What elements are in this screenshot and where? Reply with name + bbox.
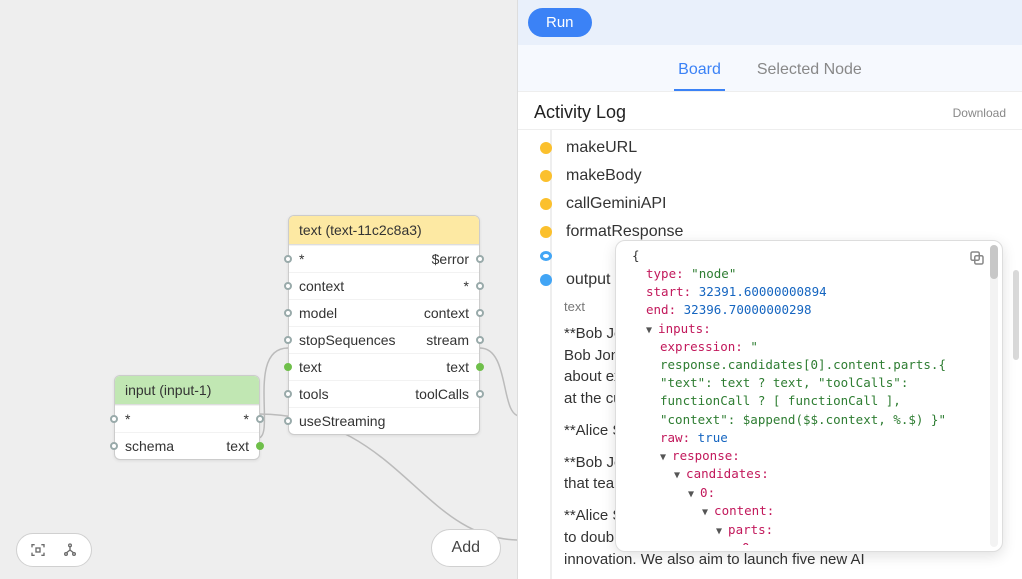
node-text-row: * $error xyxy=(289,245,479,272)
activity-log-title: Activity Log xyxy=(534,102,626,123)
log-item[interactable]: makeURL xyxy=(540,134,1006,162)
status-dot-icon xyxy=(540,274,552,286)
status-dot-icon xyxy=(540,251,552,261)
fit-view-icon[interactable] xyxy=(29,542,47,558)
add-node-button[interactable]: Add xyxy=(431,529,501,567)
port-in[interactable] xyxy=(284,390,292,398)
log-item[interactable]: makeBody xyxy=(540,162,1006,190)
scrollbar-track xyxy=(990,245,998,547)
node-text-header[interactable]: text (text-11c2c8a3) xyxy=(289,216,479,245)
node-text-title: text (text-11c2c8a3) xyxy=(299,222,422,238)
node-input-title: input (input-1) xyxy=(125,382,211,398)
port-out[interactable] xyxy=(256,442,264,450)
node-text[interactable]: text (text-11c2c8a3) * $error context * … xyxy=(288,215,480,435)
run-button[interactable]: Run xyxy=(528,8,592,37)
port-out[interactable] xyxy=(476,255,484,263)
node-text-row: stopSequences stream xyxy=(289,326,479,353)
node-text-row: text text xyxy=(289,353,479,380)
node-text-row: useStreaming xyxy=(289,407,479,434)
status-dot-icon xyxy=(540,226,552,238)
tabs: Board Selected Node xyxy=(518,45,1022,92)
port-in[interactable] xyxy=(284,363,292,371)
log-item-label: makeURL xyxy=(566,139,637,157)
port-in[interactable] xyxy=(110,415,118,423)
scrollbar-thumb[interactable] xyxy=(1013,270,1019,360)
status-dot-icon xyxy=(540,142,552,154)
log-item-label: makeBody xyxy=(566,167,642,185)
json-inspector-popover[interactable]: { type: "node" start: 32391.60000000894 … xyxy=(615,240,1003,552)
json-inspector-body[interactable]: { type: "node" start: 32391.60000000894 … xyxy=(626,247,986,545)
tab-selected-node[interactable]: Selected Node xyxy=(753,55,866,91)
port-in[interactable] xyxy=(284,282,292,290)
port-in[interactable] xyxy=(110,442,118,450)
port-out[interactable] xyxy=(476,309,484,317)
log-item-label: callGeminiAPI xyxy=(566,195,666,213)
port-in[interactable] xyxy=(284,309,292,317)
port-out[interactable] xyxy=(476,282,484,290)
log-item[interactable]: callGeminiAPI xyxy=(540,190,1006,218)
log-item-label: formatResponse xyxy=(566,223,683,241)
port-in[interactable] xyxy=(284,417,292,425)
status-dot-icon xyxy=(540,170,552,182)
activity-log-header: Activity Log Download xyxy=(518,92,1022,130)
port-out[interactable] xyxy=(476,336,484,344)
status-dot-icon xyxy=(540,198,552,210)
scrollbar-thumb[interactable] xyxy=(990,245,998,279)
node-text-row: tools toolCalls xyxy=(289,380,479,407)
port-in[interactable] xyxy=(284,336,292,344)
topbar: Run xyxy=(518,0,1022,45)
node-input-row: * * xyxy=(115,405,259,432)
graph-canvas[interactable]: input (input-1) * * schema text text (te… xyxy=(0,0,518,579)
canvas-tools-tray xyxy=(16,533,92,567)
port-out[interactable] xyxy=(476,363,484,371)
node-input-header[interactable]: input (input-1) xyxy=(115,376,259,405)
graph-layout-icon[interactable] xyxy=(61,542,79,558)
port-out[interactable] xyxy=(256,415,264,423)
node-text-row: context * xyxy=(289,272,479,299)
port-in[interactable] xyxy=(284,255,292,263)
download-link[interactable]: Download xyxy=(953,106,1006,120)
tab-board[interactable]: Board xyxy=(674,55,725,91)
node-input[interactable]: input (input-1) * * schema text xyxy=(114,375,260,460)
log-item-label: output xyxy=(566,271,610,289)
node-text-row: model context xyxy=(289,299,479,326)
port-out[interactable] xyxy=(476,390,484,398)
node-input-row: schema text xyxy=(115,432,259,459)
